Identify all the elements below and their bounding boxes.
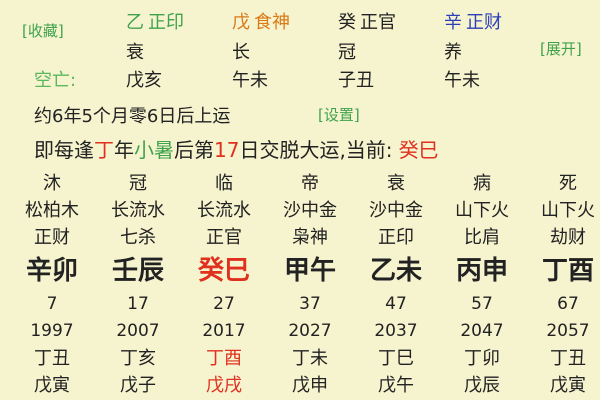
dayun-god: 比肩 bbox=[464, 227, 500, 248]
dayun-ganzhi: 丙申 bbox=[455, 256, 508, 286]
dayun-nayin: 长流水 bbox=[111, 200, 165, 221]
dayun-column[interactable]: 临长流水正官癸巳 27 2017 丁酉戊戌 bbox=[184, 170, 264, 399]
dayun-liunian-2: 戊辰 bbox=[464, 375, 500, 396]
dayun-state: 衰 bbox=[387, 173, 405, 194]
settings-button[interactable]: [设置] bbox=[318, 104, 360, 125]
dayun-age: 67 bbox=[557, 294, 579, 314]
pillar-state: 冠 bbox=[338, 42, 356, 63]
line-year: 年 bbox=[114, 138, 134, 162]
dayun-ganzhi: 甲午 bbox=[283, 256, 336, 286]
pillar-god: 食神 bbox=[254, 12, 290, 33]
collect-button[interactable]: [收藏] bbox=[22, 20, 64, 41]
dayun-liunian-1: 丁丑 bbox=[550, 348, 586, 369]
pillar-hour-stem: 辛正财 bbox=[444, 8, 502, 34]
dayun-ganzhi: 乙未 bbox=[369, 256, 422, 286]
kongwang-label: 空亡: bbox=[34, 70, 77, 91]
dayun-year: 2017 bbox=[202, 321, 246, 341]
dayun-god: 七杀 bbox=[120, 227, 156, 248]
dayun-year: 1997 bbox=[30, 321, 74, 341]
dayun-ganzhi: 壬辰 bbox=[111, 256, 164, 286]
dayun-nayin: 松柏木 bbox=[25, 200, 79, 221]
dayun-liunian-1: 丁未 bbox=[292, 348, 328, 369]
dayun-liunian-2: 戊戌 bbox=[206, 375, 242, 396]
dayun-liunian-1: 丁丑 bbox=[34, 348, 70, 369]
dayun-god: 正印 bbox=[378, 227, 414, 248]
dayun-ganzhi: 癸巳 bbox=[197, 256, 250, 286]
dayun-liunian-2: 戊寅 bbox=[550, 375, 586, 396]
line-mid: 后第 bbox=[174, 138, 214, 162]
dayun-liunian-1: 丁酉 bbox=[206, 348, 242, 369]
pillar-state: 养 bbox=[444, 42, 462, 63]
pillar-god: 正印 bbox=[148, 12, 184, 33]
dayun-nayin: 山下火 bbox=[541, 200, 595, 221]
kongwang-value: 子丑 bbox=[338, 70, 374, 91]
dayun-age: 27 bbox=[213, 294, 235, 314]
dayun-nayin: 长流水 bbox=[197, 200, 251, 221]
dayun-liunian-1: 丁卯 bbox=[464, 348, 500, 369]
dayun-column[interactable]: 病山下火比肩丙申 57 2047 丁卯戊辰 bbox=[442, 170, 522, 399]
dayun-state: 临 bbox=[215, 173, 233, 194]
dayun-nayin: 沙中金 bbox=[369, 200, 423, 221]
yun-transfer-line: 即每逢丁年小暑后第17日交脱大运,当前: 癸巳 bbox=[34, 134, 439, 163]
dayun-age: 17 bbox=[127, 294, 149, 314]
dayun-column[interactable]: 帝沙中金枭神甲午 37 2027 丁未戊申 bbox=[270, 170, 350, 399]
current-dayun: 癸巳 bbox=[398, 138, 439, 162]
line-stem: 丁 bbox=[94, 138, 114, 162]
dayun-year: 2027 bbox=[288, 321, 332, 341]
pillar-month-stem: 戊食神 bbox=[232, 8, 290, 34]
dayun-column[interactable]: 冠长流水七杀壬辰 17 2007 丁亥戊子 bbox=[98, 170, 178, 399]
solar-term: 小暑 bbox=[134, 138, 174, 162]
dayun-liunian-2: 戊申 bbox=[292, 375, 328, 396]
kongwang-value: 午未 bbox=[232, 70, 268, 91]
dayun-state: 帝 bbox=[301, 173, 319, 194]
dayun-year: 2057 bbox=[546, 321, 590, 341]
line-day: 17 bbox=[214, 138, 240, 162]
dayun-state: 沐 bbox=[43, 173, 61, 194]
dayun-liunian-2: 戊午 bbox=[378, 375, 414, 396]
dayun-liunian-1: 丁巳 bbox=[378, 348, 414, 369]
line-prefix: 即每逢 bbox=[34, 138, 94, 162]
pillar-stem: 辛 bbox=[444, 12, 462, 33]
dayun-age: 37 bbox=[299, 294, 321, 314]
dayun-god: 枭神 bbox=[292, 227, 328, 248]
dayun-liunian-2: 戊子 bbox=[120, 375, 156, 396]
dayun-column[interactable]: 衰沙中金正印乙未 47 2037 丁巳戊午 bbox=[356, 170, 436, 399]
pillar-god: 正财 bbox=[466, 12, 502, 33]
pillar-stem: 癸 bbox=[338, 12, 356, 33]
line-suffix: 日交脱大运,当前: bbox=[239, 138, 393, 162]
pillar-state: 长 bbox=[232, 42, 250, 63]
dayun-god: 正官 bbox=[206, 227, 242, 248]
kongwang-value: 午未 bbox=[444, 70, 480, 91]
pillar-state: 衰 bbox=[126, 42, 144, 63]
dayun-nayin: 山下火 bbox=[455, 200, 509, 221]
dayun-liunian-2: 戊寅 bbox=[34, 375, 70, 396]
dayun-column[interactable]: 死山下火劫财丁酉 67 2057 丁丑戊寅 bbox=[528, 170, 600, 399]
dayun-age: 47 bbox=[385, 294, 407, 314]
yun-start-text: 约6年5个月零6日后上运 bbox=[34, 106, 231, 127]
kongwang-value: 戊亥 bbox=[126, 70, 162, 91]
dayun-age: 57 bbox=[471, 294, 493, 314]
dayun-god: 劫财 bbox=[550, 227, 586, 248]
pillar-stem: 戊 bbox=[232, 12, 250, 33]
dayun-year: 2007 bbox=[116, 321, 160, 341]
dayun-age: 7 bbox=[46, 294, 58, 314]
dayun-state: 死 bbox=[559, 173, 577, 194]
expand-button[interactable]: [展开] bbox=[540, 38, 582, 59]
dayun-liunian-1: 丁亥 bbox=[120, 348, 156, 369]
dayun-year: 2037 bbox=[374, 321, 418, 341]
pillar-year-stem: 乙正印 bbox=[126, 8, 184, 34]
pillar-stem: 乙 bbox=[126, 12, 144, 33]
dayun-state: 冠 bbox=[129, 173, 147, 194]
dayun-nayin: 沙中金 bbox=[283, 200, 337, 221]
dayun-column[interactable]: 沐松柏木正财辛卯 7 1997 丁丑戊寅 bbox=[12, 170, 92, 399]
dayun-ganzhi: 丁酉 bbox=[541, 256, 594, 286]
dayun-ganzhi: 辛卯 bbox=[25, 256, 78, 286]
pillar-day-stem: 癸正官 bbox=[338, 8, 396, 34]
dayun-god: 正财 bbox=[34, 227, 70, 248]
dayun-year: 2047 bbox=[460, 321, 504, 341]
dayun-state: 病 bbox=[473, 173, 491, 194]
pillar-god: 正官 bbox=[360, 12, 396, 33]
